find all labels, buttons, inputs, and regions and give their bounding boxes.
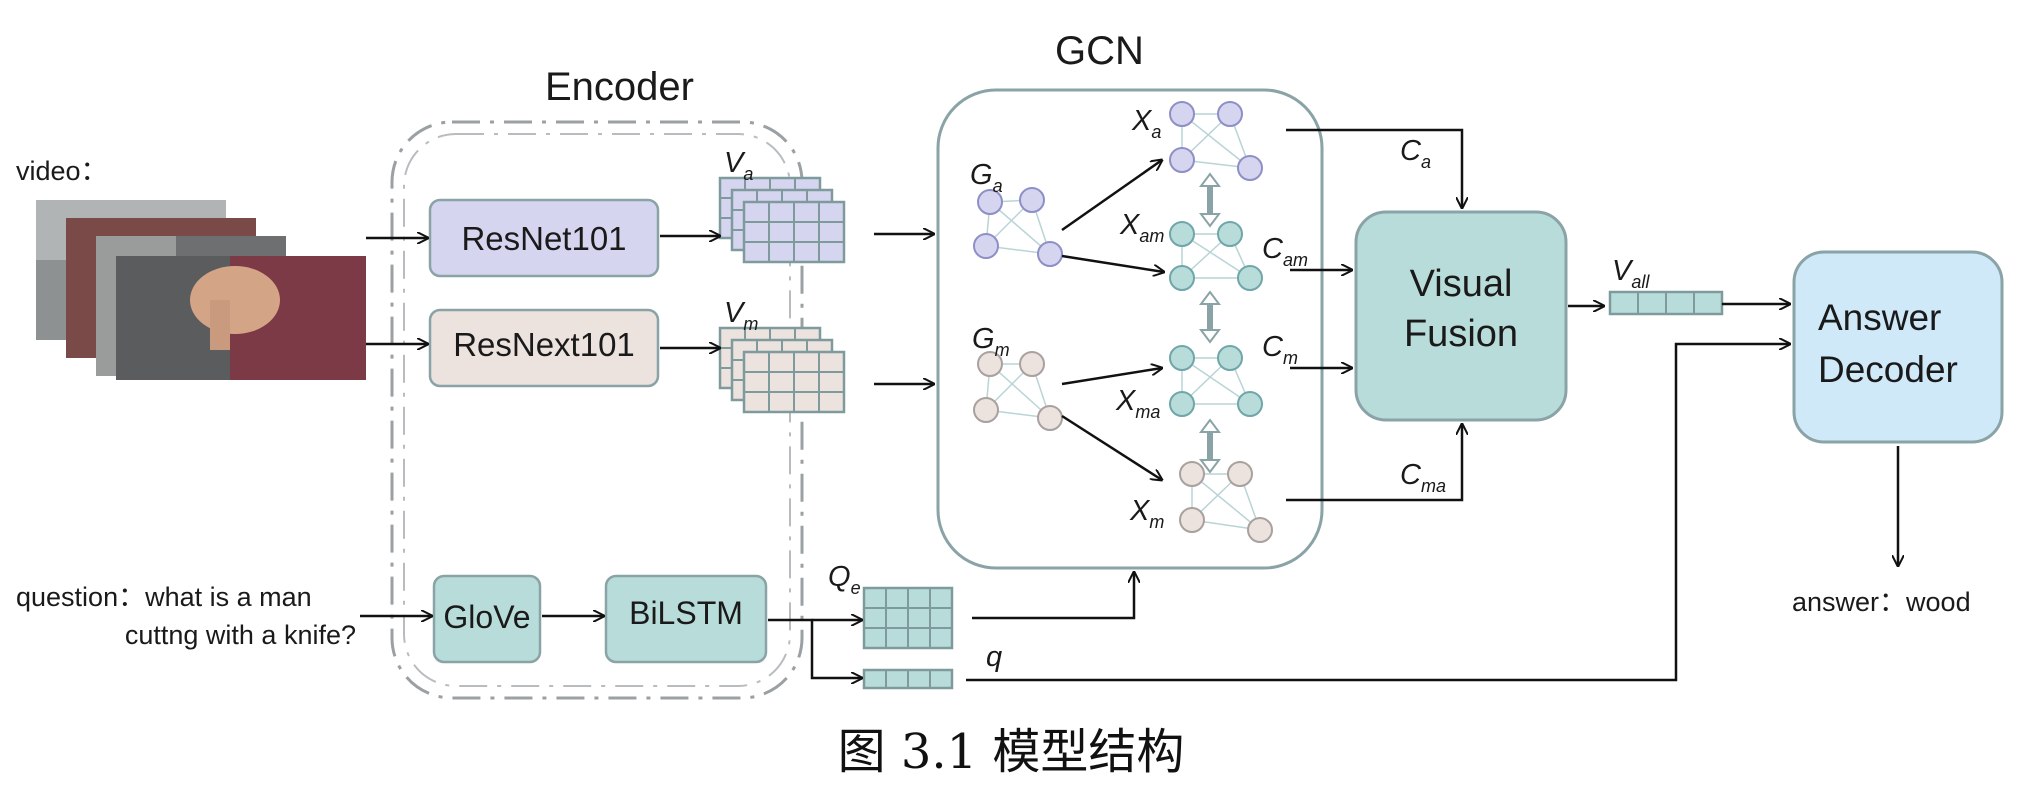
visual-fusion-box: Visual Fusion [1354,210,1568,422]
graph-node [1169,345,1195,371]
svg-text:Answer: Answer [1818,297,1941,338]
symbol-va: Va [724,147,753,184]
graph-node [1019,351,1045,377]
graph-node [1169,265,1195,291]
gcn-region: GCN [936,29,1324,570]
model-architecture-diagram: Encoder GCN video： ResNet101 ResNext101 … [16,29,2004,700]
q-feature-vector [862,668,954,690]
qe-feature-grid [862,586,954,650]
graph-node [1169,101,1195,127]
graph-node [1237,391,1263,417]
resnet-box: ResNet101 [428,198,660,278]
glove-box: GloVe [432,574,542,664]
vm-feature-stack [718,326,846,414]
svg-text:Fusion: Fusion [1404,313,1518,355]
svg-text:ResNext101: ResNext101 [453,326,635,363]
svg-text:cuttng with a knife?: cuttng with a knife? [125,620,356,650]
answer-decoder-box: Answer Decoder [1792,250,2004,444]
svg-text:Visual: Visual [1410,263,1513,305]
figure-caption: 图 3.1 模型结构 [837,724,1185,780]
graph-node [973,397,999,423]
encoder-title: Encoder [545,65,694,109]
svg-text:Decoder: Decoder [1818,349,1958,390]
symbol-ca: Ca [1400,135,1431,172]
gcn-title: GCN [1055,29,1144,73]
graph-node [1037,405,1063,431]
question-label: question：what is a man cuttng with a kni… [16,582,356,650]
video-label: video： [16,156,108,186]
resnext-box: ResNext101 [428,308,660,388]
graph-node [1217,221,1243,247]
symbol-q: q [986,641,1002,673]
symbol-vall: Vall [1612,255,1650,292]
bilstm-box: BiLSTM [604,574,768,664]
symbol-vm: Vm [724,297,758,334]
graph-node [1217,345,1243,371]
svg-text:BiLSTM: BiLSTM [629,595,743,631]
svg-text:question：what is a man: question：what is a man [16,582,312,612]
graph-node [1169,221,1195,247]
vall-feature-vector [1608,290,1724,316]
graph-node [1247,517,1273,543]
graph-node [1019,187,1045,213]
answer-label: answer：wood [1792,587,1971,617]
graph-node [1037,241,1063,267]
symbol-cma: Cma [1400,459,1446,496]
graph-node [1237,265,1263,291]
video-frames [36,200,366,380]
graph-node [1179,461,1205,487]
graph-node [1169,147,1195,173]
graph-node [1237,155,1263,181]
graph-node [973,233,999,259]
svg-text:GloVe: GloVe [443,599,530,635]
graph-node [1179,507,1205,533]
graph-node [1169,391,1195,417]
svg-text:ResNet101: ResNet101 [461,220,626,257]
symbol-qe: Qe [828,561,861,598]
va-feature-stack [718,176,846,264]
graph-node [1227,461,1253,487]
graph-node [1217,101,1243,127]
